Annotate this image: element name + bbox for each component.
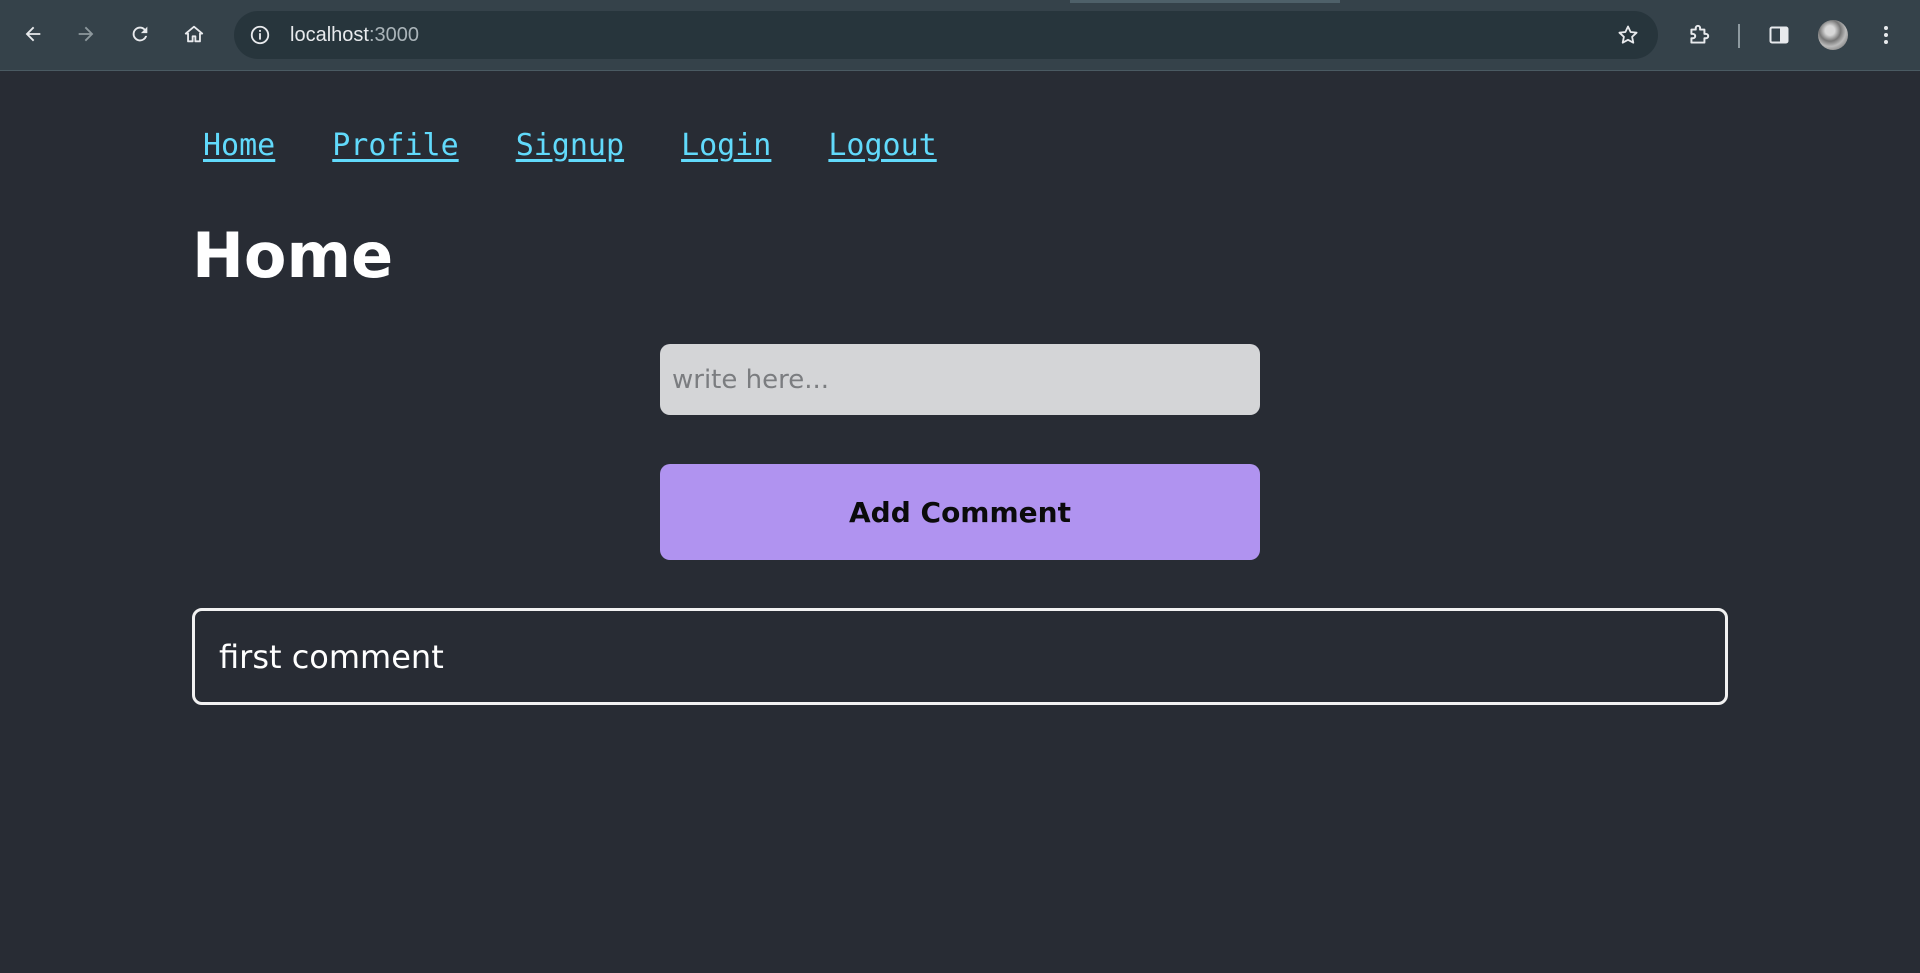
url-port: :3000	[368, 24, 419, 46]
home-icon	[184, 25, 204, 43]
forward-button[interactable]	[66, 14, 106, 54]
main-nav: Home Profile Signup Login Logout	[203, 126, 937, 166]
page-title: Home	[192, 219, 394, 292]
browser-menu-button[interactable]	[1866, 15, 1906, 55]
back-arrow-icon	[25, 26, 41, 42]
browser-toolbar: localhost:3000	[0, 0, 1920, 71]
nav-link-home[interactable]: Home	[203, 126, 275, 166]
avatar[interactable]	[1818, 20, 1848, 50]
puzzle-icon	[1690, 24, 1710, 44]
comment-item: first comment	[192, 608, 1728, 705]
nav-link-login[interactable]: Login	[681, 126, 771, 166]
page-content: Home Profile Signup Login Logout Home Ad…	[0, 71, 1920, 973]
add-comment-button[interactable]: Add Comment	[660, 464, 1260, 560]
toolbar-separator	[1738, 24, 1740, 48]
url-text[interactable]: localhost:3000	[290, 11, 419, 59]
side-panel-button[interactable]	[1759, 15, 1799, 55]
nav-link-profile[interactable]: Profile	[332, 126, 458, 166]
address-bar[interactable]: localhost:3000	[234, 11, 1658, 59]
back-button[interactable]	[13, 14, 53, 54]
info-icon[interactable]	[248, 23, 272, 47]
kebab-menu-icon	[1884, 26, 1888, 44]
comment-list: first comment	[192, 608, 1728, 705]
nav-link-logout[interactable]: Logout	[828, 126, 936, 166]
comment-input[interactable]	[660, 344, 1260, 415]
forward-arrow-icon	[78, 26, 94, 42]
star-icon[interactable]	[1616, 23, 1640, 47]
home-button[interactable]	[174, 14, 214, 54]
nav-link-signup[interactable]: Signup	[516, 126, 624, 166]
side-panel-icon	[1769, 26, 1789, 44]
tab-strip-edge	[1070, 0, 1340, 3]
extensions-button[interactable]	[1679, 15, 1719, 55]
url-host: localhost	[290, 24, 369, 46]
reload-icon	[132, 26, 148, 42]
reload-button[interactable]	[120, 14, 160, 54]
